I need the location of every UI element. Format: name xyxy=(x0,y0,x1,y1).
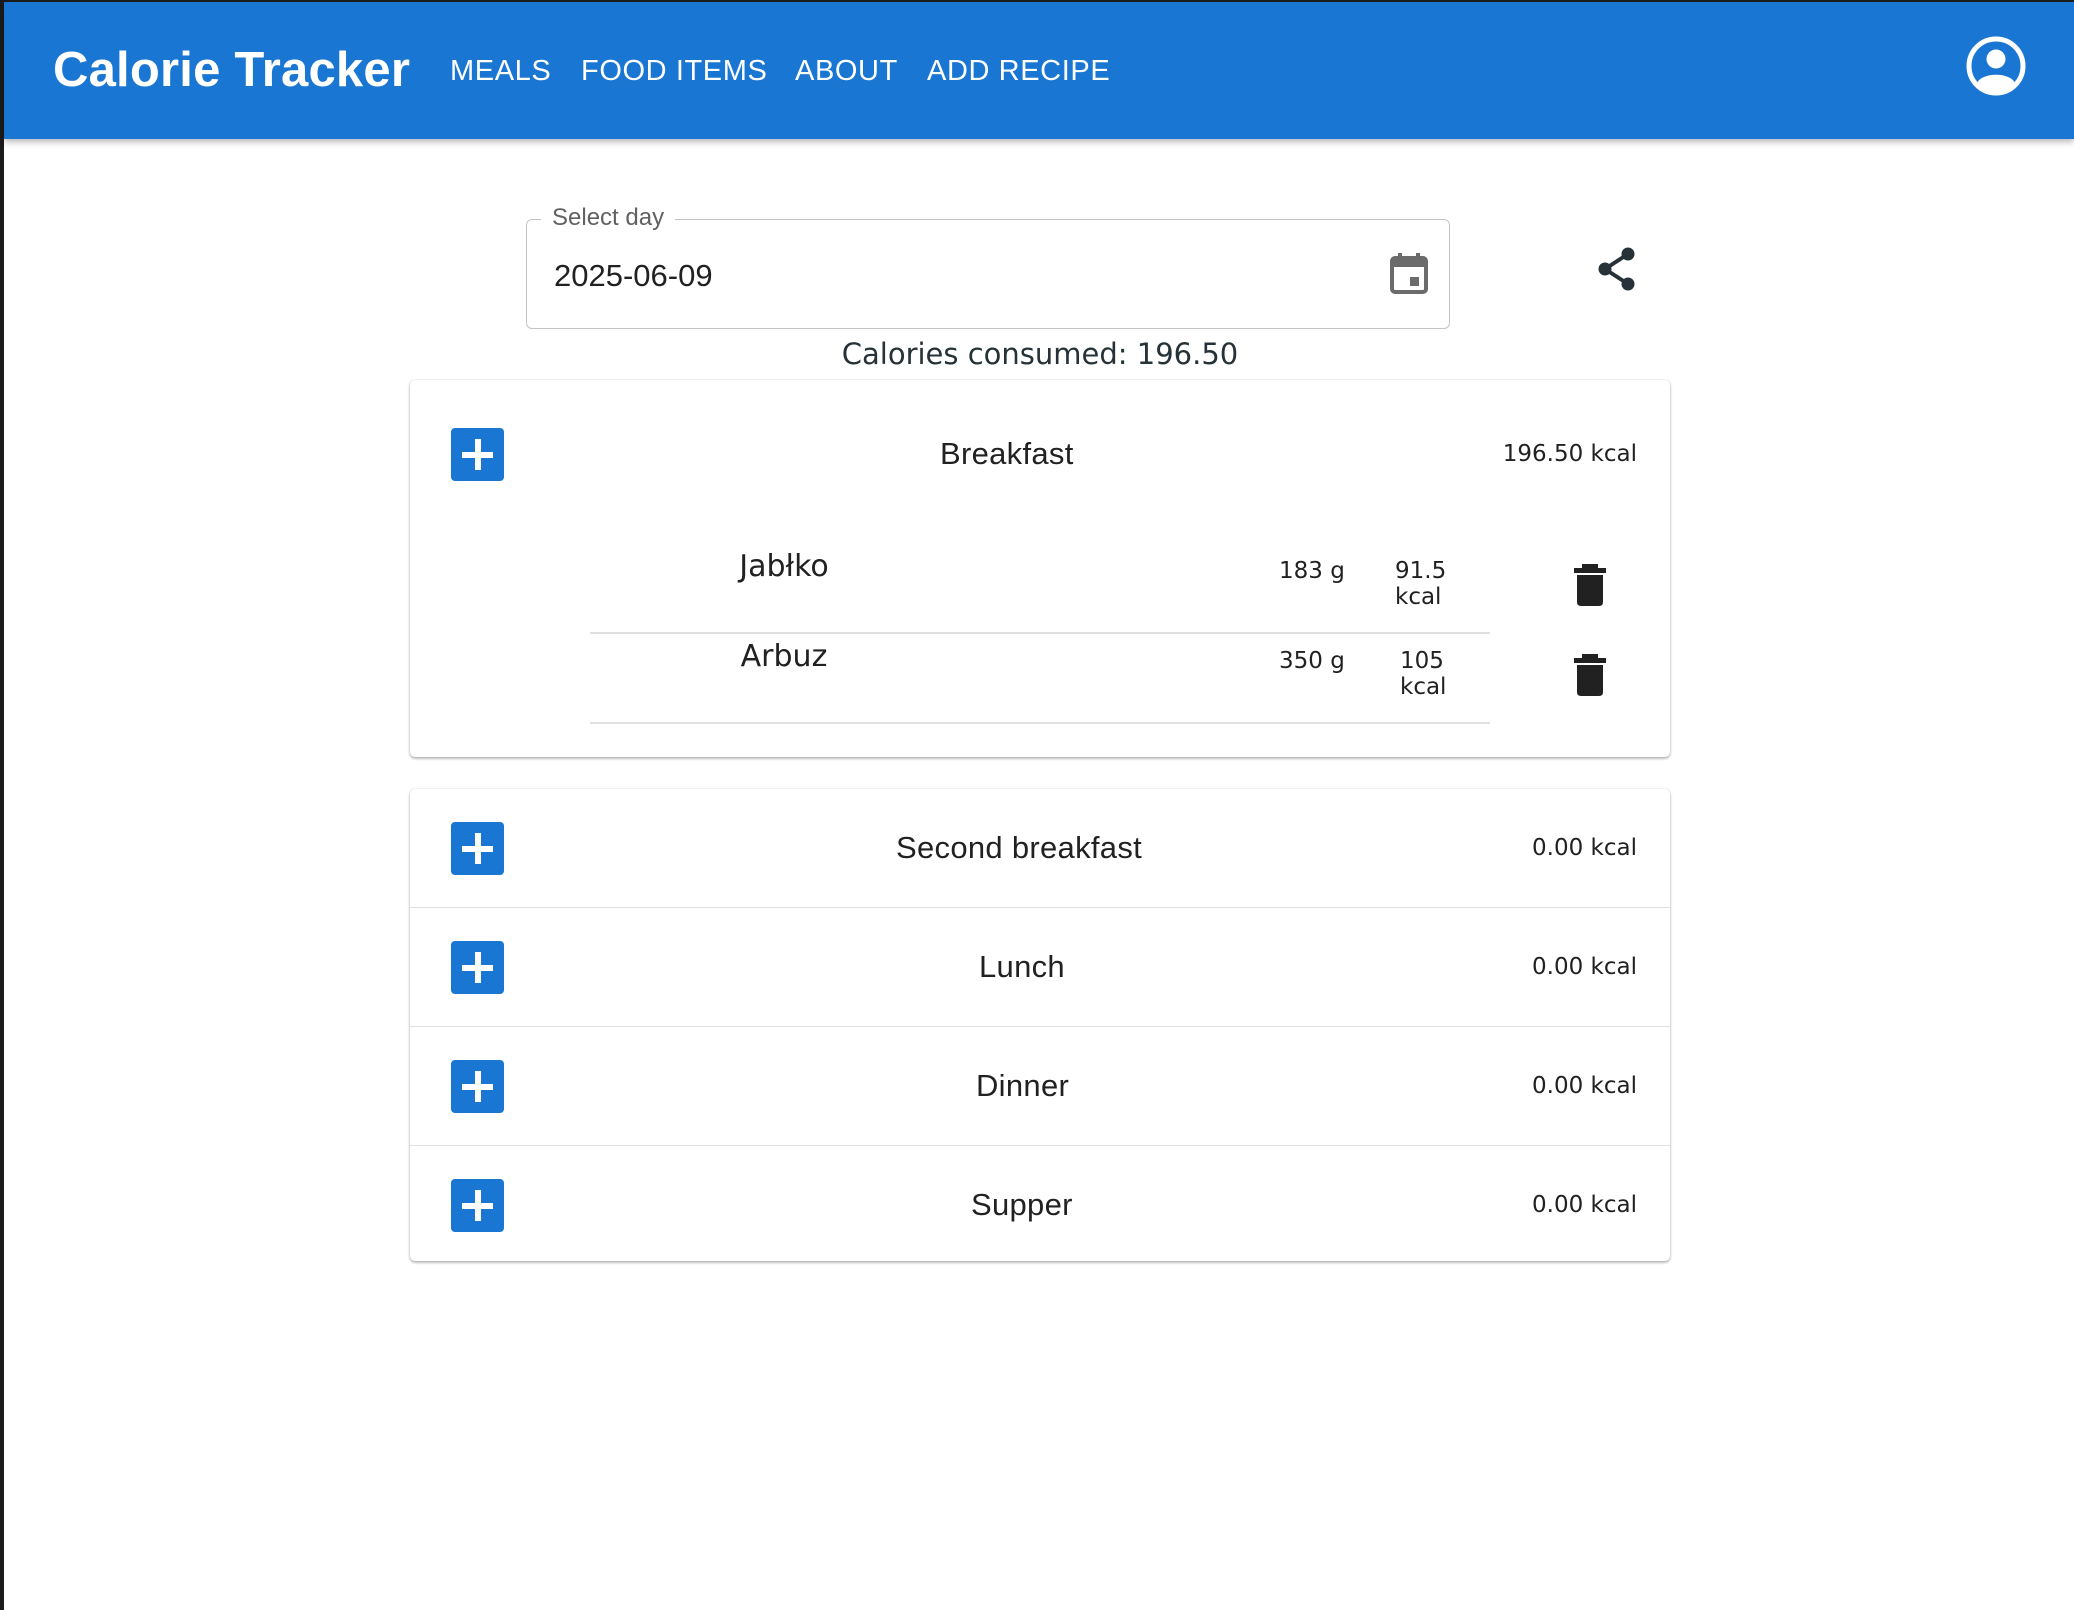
date-picker-field[interactable]: Select day 2025-06-09 xyxy=(526,203,1450,329)
meal-kcal-dinner: 0.00 kcal xyxy=(1532,1073,1637,1099)
meal-kcal-breakfast: 196.50 kcal xyxy=(1502,441,1637,467)
food-item-name: Arbuz xyxy=(740,639,828,674)
food-item-divider xyxy=(590,722,1490,724)
plus-icon-stroke xyxy=(474,439,481,470)
nav-add-recipe[interactable]: ADD RECIPE xyxy=(927,55,1110,88)
food-item-grams: 350 g xyxy=(1279,648,1345,674)
app-title[interactable]: Calorie Tracker xyxy=(53,42,410,98)
nav-meals[interactable]: MEALS xyxy=(450,55,551,88)
meal-row-supper[interactable]: Supper 0.00 kcal xyxy=(410,1146,1670,1264)
calendar-icon[interactable] xyxy=(1385,250,1433,298)
date-picker-value[interactable]: 2025-06-09 xyxy=(554,258,713,294)
account-circle-icon[interactable] xyxy=(1966,36,2026,96)
meal-name-supper[interactable]: Supper xyxy=(971,1187,1073,1223)
nav-about[interactable]: ABOUT xyxy=(795,55,898,88)
plus-icon-stroke xyxy=(474,952,481,983)
calories-consumed-value: 196.50 xyxy=(1136,337,1239,371)
add-food-button-dinner[interactable] xyxy=(451,1060,504,1113)
plus-icon-stroke xyxy=(474,1071,481,1102)
food-item-row: Arbuz 350 g 105 kcal xyxy=(590,618,1490,708)
add-food-button-breakfast[interactable] xyxy=(451,428,504,481)
meal-kcal-supper: 0.00 kcal xyxy=(1532,1192,1637,1218)
food-item-grams: 183 g xyxy=(1279,558,1345,584)
meal-card-breakfast: Breakfast 196.50 kcal Jabłko 183 g 91.5 … xyxy=(410,380,1670,757)
app-bar: Calorie Tracker MEALS FOOD ITEMS ABOUT A… xyxy=(4,2,2074,139)
meal-list-card: Second breakfast 0.00 kcal Lunch 0.00 kc… xyxy=(410,789,1670,1261)
plus-icon-stroke xyxy=(474,833,481,864)
date-picker-label: Select day xyxy=(541,203,676,233)
nav-food-items[interactable]: FOOD ITEMS xyxy=(581,55,767,88)
add-food-button-lunch[interactable] xyxy=(451,941,504,994)
window-edge-left xyxy=(0,0,4,1610)
meal-row-dinner[interactable]: Dinner 0.00 kcal xyxy=(410,1027,1670,1146)
calories-consumed: Calories consumed: 196.50 xyxy=(0,337,2074,371)
food-item-name: Jabłko xyxy=(739,549,829,584)
meal-name-dinner[interactable]: Dinner xyxy=(976,1068,1069,1104)
meal-kcal-second-breakfast: 0.00 kcal xyxy=(1532,835,1637,861)
food-item-row: Jabłko 183 g 91.5 kcal xyxy=(590,528,1490,618)
calories-consumed-label: Calories consumed: xyxy=(841,337,1128,371)
meal-name-second-breakfast[interactable]: Second breakfast xyxy=(896,830,1142,866)
meal-kcal-lunch: 0.00 kcal xyxy=(1532,954,1637,980)
add-food-button-second-breakfast[interactable] xyxy=(451,822,504,875)
trash-icon[interactable] xyxy=(1570,563,1610,607)
meal-name-lunch[interactable]: Lunch xyxy=(979,949,1065,985)
share-icon[interactable] xyxy=(1592,244,1642,294)
add-food-button-supper[interactable] xyxy=(451,1179,504,1232)
meal-row-lunch[interactable]: Lunch 0.00 kcal xyxy=(410,908,1670,1027)
food-item-kcal: 105 kcal xyxy=(1400,648,1447,700)
meal-name-breakfast[interactable]: Breakfast xyxy=(940,436,1074,472)
food-item-kcal: 91.5 kcal xyxy=(1395,558,1447,610)
plus-icon-stroke xyxy=(474,1190,481,1221)
meal-row-second-breakfast[interactable]: Second breakfast 0.00 kcal xyxy=(410,789,1670,908)
trash-icon[interactable] xyxy=(1570,653,1610,697)
